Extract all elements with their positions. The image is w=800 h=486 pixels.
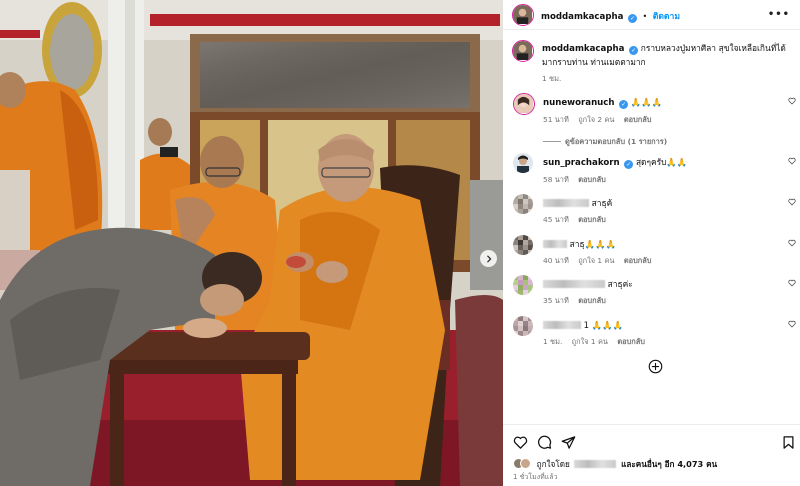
comment-time: 58 นาที	[543, 175, 569, 184]
verified-badge-icon: ✓	[627, 14, 637, 23]
blurred-username	[543, 240, 567, 248]
author-username[interactable]: moddamkacapha	[541, 12, 623, 22]
post-actions: ถูกใจโดย และคนอื่นๆ อีก 4,073 คน 1 ชั่วโ…	[503, 424, 800, 486]
plus-circle-icon[interactable]	[648, 359, 663, 374]
commenter-avatar-blurred[interactable]	[513, 316, 533, 336]
replies-divider	[543, 141, 561, 142]
commenter-avatar-blurred[interactable]	[513, 194, 533, 214]
comment-time: 35 นาที	[543, 296, 569, 305]
heart-icon[interactable]	[788, 320, 796, 328]
liked-by[interactable]: ถูกใจโดย และคนอื่นๆ อีก 4,073 คน	[513, 458, 717, 471]
liker-avatar	[520, 458, 531, 469]
verified-badge-icon: ✓	[629, 46, 639, 55]
post-side-panel: moddamkacapha ✓ • ติดตาม ••• moddamkacap…	[503, 0, 800, 486]
heart-icon[interactable]	[788, 198, 796, 206]
comment-time: 51 นาที	[543, 115, 569, 124]
comment-icon[interactable]	[537, 435, 552, 450]
avatar-image	[514, 94, 533, 113]
blurred-liker-name	[574, 460, 617, 468]
verified-badge-icon: ✓	[619, 100, 629, 109]
reply-button[interactable]: ตอบกลับ	[578, 296, 606, 305]
commenter-avatar[interactable]	[513, 153, 533, 173]
commenter-avatar-blurred[interactable]	[513, 235, 533, 255]
avatar-image	[513, 153, 533, 173]
comment-item: สาธุค่ะ 35 นาที ตอบกลับ	[513, 275, 800, 309]
verified-badge-icon: ✓	[624, 160, 634, 169]
comment-item: nuneworanuch ✓ 🙏🙏🙏 51 นาที ถูกใจ 2 คน ตอ…	[513, 93, 800, 146]
blurred-username	[543, 321, 581, 329]
share-icon[interactable]	[561, 435, 576, 450]
comment-likes[interactable]: ถูกใจ 1 คน	[578, 256, 614, 265]
comment-text: สาธุค่ะ	[607, 279, 633, 289]
reply-button[interactable]: ตอบกลับ	[624, 115, 652, 124]
follow-button[interactable]: ติดตาม	[653, 12, 680, 22]
caption-author-avatar[interactable]	[512, 40, 534, 62]
heart-icon[interactable]	[788, 157, 796, 165]
avatar-image	[513, 41, 532, 60]
reply-button[interactable]: ตอบกลับ	[578, 175, 606, 184]
heart-icon[interactable]	[788, 239, 796, 247]
liked-by-count[interactable]: และคนอื่นๆ อีก 4,073 คน	[621, 459, 717, 469]
monk-blessing-photo	[0, 0, 503, 486]
author-avatar[interactable]	[512, 4, 534, 26]
more-options-icon[interactable]: •••	[768, 9, 790, 20]
comment-text: สาธุค้	[591, 198, 613, 208]
commenter-username[interactable]: sun_prachakorn	[543, 158, 620, 168]
comment-item: สาธุ🙏🙏🙏 40 นาที ถูกใจ 1 คน ตอบกลับ	[513, 235, 800, 269]
caption-time: 1 ชม.	[542, 74, 562, 83]
heart-icon[interactable]	[513, 435, 528, 450]
separator-dot: •	[642, 12, 648, 21]
chevron-right-icon	[486, 255, 491, 262]
comment-item: สาธุค้ 45 นาที ตอบกลับ	[513, 194, 800, 228]
commenter-username[interactable]: nuneworanuch	[543, 98, 615, 108]
next-image-button[interactable]	[480, 250, 497, 267]
comment-time: 1 ชม.	[543, 337, 563, 346]
view-replies-button[interactable]: ดูข้อความตอบกลับ (1 รายการ)	[565, 137, 667, 146]
blurred-username	[543, 199, 589, 207]
instagram-post-view: moddamkacapha ✓ • ติดตาม ••• moddamkacap…	[0, 0, 800, 486]
avatar-image	[513, 5, 532, 24]
reply-button[interactable]: ตอบกลับ	[578, 215, 606, 224]
caption-username[interactable]: moddamkacapha	[542, 44, 624, 54]
comment-item: 1 🙏🙏🙏 1 ชม. ถูกใจ 1 คน ตอบกลับ	[513, 316, 800, 350]
reply-button[interactable]: ตอบกลับ	[617, 337, 645, 346]
comment-likes[interactable]: ถูกใจ 1 คน	[572, 337, 608, 346]
blurred-username	[543, 280, 605, 288]
comment-text: 🙏🙏🙏	[630, 97, 663, 107]
comment-time: 45 นาที	[543, 215, 569, 224]
commenter-avatar[interactable]	[513, 93, 535, 115]
comment-likes[interactable]: ถูกใจ 2 คน	[578, 115, 614, 124]
post-photo[interactable]	[0, 0, 503, 486]
post-header: moddamkacapha ✓ • ติดตาม •••	[503, 0, 800, 30]
comment-text: สาธุ🙏🙏🙏	[569, 239, 616, 249]
caption: moddamkacapha ✓ กราบหลวงปู่มหาศีลา สุขใจ…	[542, 42, 787, 85]
heart-icon[interactable]	[788, 97, 796, 105]
comment-time: 40 นาที	[543, 256, 569, 265]
liked-by-prefix: ถูกใจโดย	[536, 459, 570, 469]
bookmark-icon[interactable]	[781, 435, 796, 450]
commenter-avatar-blurred[interactable]	[513, 275, 533, 295]
comment-item: sun_prachakorn ✓ สุดๆครับ🙏🙏 58 นาที ตอบก…	[513, 153, 800, 187]
comment-text: สุดๆครับ🙏🙏	[635, 157, 688, 167]
post-timestamp: 1 ชั่วโมงที่แล้ว	[513, 473, 558, 481]
reply-button[interactable]: ตอบกลับ	[624, 256, 652, 265]
heart-icon[interactable]	[788, 279, 796, 287]
comment-text: 1 🙏🙏🙏	[583, 320, 623, 330]
